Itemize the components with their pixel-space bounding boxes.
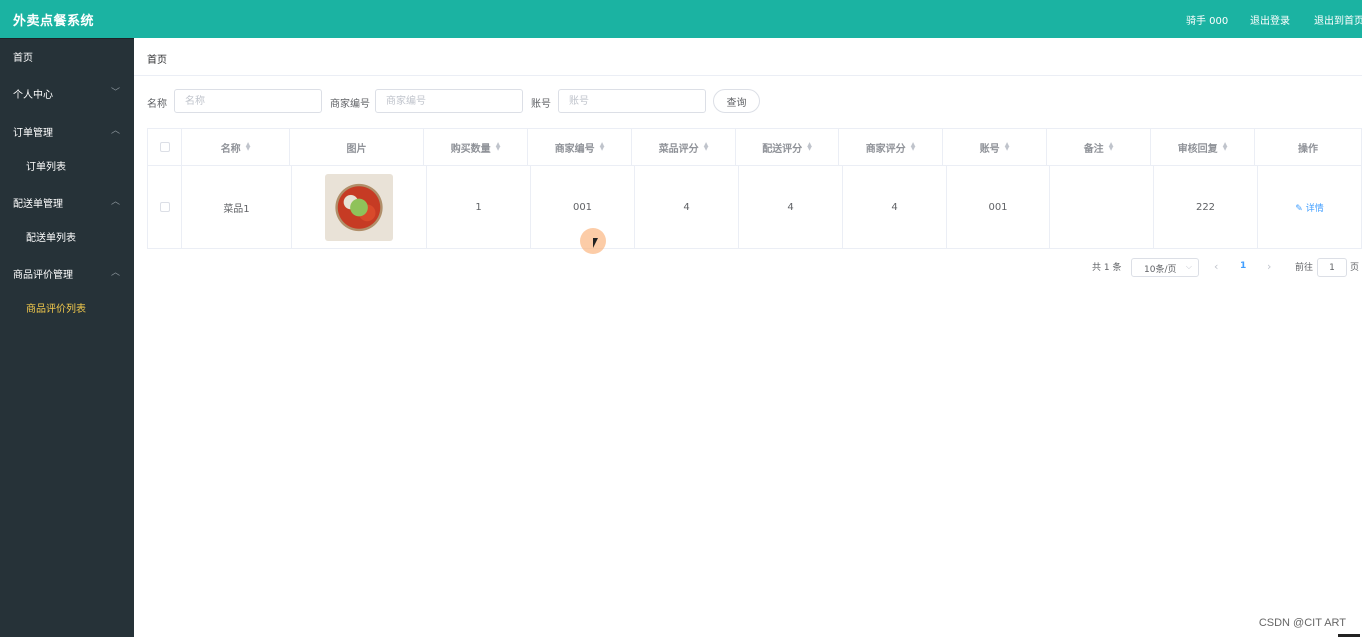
page-size-select[interactable]: 10条/页 ⌵: [1131, 258, 1199, 277]
sidebar-item-delivery-management[interactable]: 配送单管理 ︿: [0, 185, 134, 219]
sort-icon[interactable]: ▲ ▼: [600, 142, 605, 152]
header-shop-score[interactable]: 商家评分 ▲ ▼: [839, 129, 943, 166]
cell-name: 菜品1: [182, 166, 292, 248]
header-dish-score[interactable]: 菜品评分 ▲ ▼: [632, 129, 736, 166]
cell-shop-score: 4: [843, 166, 947, 248]
main-content: 首页 名称 商家编号 账号 查询 名称 ▲▼ 图片 购买数量 ▲▼ 商家编号 ▲▼ 菜…: [134, 38, 1362, 637]
mouse-cursor-icon: [593, 238, 598, 248]
page-size-value: 10条/页: [1144, 265, 1177, 275]
sidebar-menu: 首页 个人中心 ﹀ 订单管理 ︿ 订单列表 配送单管理 ︿ 配送单列表 商品评价…: [0, 38, 134, 637]
sidebar-item-delivery-list[interactable]: 配送单列表: [0, 219, 134, 253]
header-remark[interactable]: 备注 ▲ ▼: [1047, 129, 1151, 166]
header-reply[interactable]: 审核回复 ▲ ▼: [1151, 129, 1255, 166]
select-all-checkbox[interactable]: [159, 142, 170, 152]
header-label: 图片: [346, 143, 367, 155]
logout-link[interactable]: 退出登录: [1250, 12, 1290, 27]
sidebar-item-profile[interactable]: 个人中心 ﹀: [0, 76, 134, 110]
current-user: 骑手 000: [1186, 16, 1229, 27]
sidebar-item-label: 配送单列表: [26, 233, 76, 244]
cell-remark: [1050, 166, 1154, 248]
edit-icon: ✎: [1295, 203, 1303, 214]
header-account[interactable]: 账号 ▲ ▼: [943, 129, 1047, 166]
top-navbar: 外卖点餐系统 骑手 000 退出登录 退出到首页: [0, 0, 1362, 38]
sidebar-item-review-list[interactable]: 商品评价列表: [0, 290, 134, 324]
review-table: 名称 ▲ ▼ 图片 购买数量 ▲ ▼ 商家编号 ▲ ▼ 菜品评分 ▲ ▼ 配送评分 ▲ ▼ 商家评分…: [147, 128, 1362, 249]
sort-icon[interactable]: ▲ ▼: [246, 142, 251, 152]
header-select-all: [148, 129, 182, 166]
sidebar-item-order-list[interactable]: 订单列表: [0, 148, 134, 182]
header-label: 操作: [1298, 143, 1318, 155]
breadcrumb[interactable]: 首页: [147, 51, 167, 66]
chevron-down-icon: ﹀: [110, 88, 120, 98]
goto-page-input[interactable]: [1317, 258, 1347, 277]
header-label: 审核回复: [1177, 143, 1218, 155]
sort-icon[interactable]: ▲ ▼: [807, 142, 812, 152]
detail-label: 详情: [1305, 203, 1324, 214]
cell-delivery-score: 4: [739, 166, 843, 248]
next-page-button[interactable]: ›: [1267, 260, 1271, 273]
account-filter-label: 账号: [531, 99, 551, 110]
header-label: 账号: [979, 143, 1000, 155]
sidebar-item-label: 订单列表: [26, 162, 66, 173]
header-label: 名称: [220, 143, 241, 155]
cell-account: 001: [947, 166, 1050, 248]
header-actions: 操作: [1255, 129, 1361, 166]
detail-button[interactable]: ✎ 详情: [1295, 201, 1323, 214]
chevron-down-icon: ⌵: [1185, 262, 1192, 271]
sidebar-item-review-management[interactable]: 商品评价管理 ︿: [0, 256, 134, 290]
back-to-home-link[interactable]: 退出到首页: [1314, 12, 1362, 27]
header-label: 商家编号: [554, 143, 595, 155]
header-name[interactable]: 名称 ▲ ▼: [182, 129, 290, 166]
watermark: CSDN @CIT ART: [1258, 617, 1346, 629]
account-filter-input[interactable]: [558, 89, 706, 113]
cell-image: [292, 166, 427, 248]
header-quantity[interactable]: 购买数量 ▲ ▼: [424, 129, 528, 166]
dish-photo[interactable]: [325, 173, 393, 241]
pagination-total: 共 1 条: [1092, 263, 1122, 273]
page-number-current[interactable]: 1: [1240, 261, 1246, 271]
query-button[interactable]: 查询: [713, 89, 760, 113]
sort-icon[interactable]: ▲ ▼: [496, 142, 501, 152]
shop-no-filter-label: 商家编号: [330, 99, 370, 110]
header-label: 菜品评分: [658, 143, 699, 155]
sort-icon[interactable]: ▲ ▼: [911, 142, 916, 152]
prev-page-button[interactable]: ‹: [1214, 260, 1218, 273]
divider: [134, 75, 1362, 76]
header-label: 配送评分: [762, 143, 803, 155]
app-title: 外卖点餐系统: [13, 14, 95, 29]
page-unit-label: 页: [1350, 263, 1360, 273]
cell-actions: ✎ 详情: [1258, 166, 1361, 248]
sidebar-item-label: 个人中心: [13, 90, 53, 101]
sort-icon[interactable]: ▲ ▼: [1223, 142, 1228, 152]
sidebar-item-label: 商品评价列表: [26, 304, 86, 315]
shop-no-filter-input[interactable]: [375, 89, 523, 113]
sort-icon[interactable]: ▲ ▼: [1005, 142, 1010, 152]
header-shop-no[interactable]: 商家编号 ▲ ▼: [528, 129, 632, 166]
sidebar-item-home[interactable]: 首页: [0, 39, 134, 73]
sort-icon[interactable]: ▲ ▼: [1109, 142, 1114, 152]
sort-icon[interactable]: ▲ ▼: [704, 142, 709, 152]
sidebar-item-label: 订单管理: [13, 128, 53, 139]
chevron-up-icon: ︿: [110, 197, 120, 207]
header-image: 图片: [290, 129, 424, 166]
name-filter-input[interactable]: [174, 89, 322, 113]
chevron-up-icon: ︿: [110, 126, 120, 136]
cell-dish-score: 4: [635, 166, 739, 248]
sidebar-item-label: 首页: [13, 53, 33, 64]
header-delivery-score[interactable]: 配送评分 ▲ ▼: [736, 129, 839, 166]
cell-reply: 222: [1154, 166, 1258, 248]
row-checkbox[interactable]: [159, 202, 170, 212]
sidebar-item-label: 商品评价管理: [13, 270, 73, 281]
chevron-up-icon: ︿: [110, 268, 120, 278]
name-filter-label: 名称: [147, 99, 167, 110]
header-label: 备注: [1083, 143, 1104, 155]
goto-label: 前往: [1295, 263, 1314, 273]
header-label: 购买数量: [450, 143, 491, 155]
row-select-cell: [148, 166, 182, 248]
header-label: 商家评分: [865, 143, 906, 155]
sidebar-item-label: 配送单管理: [13, 199, 63, 210]
cell-quantity: 1: [427, 166, 531, 248]
sidebar-item-order-management[interactable]: 订单管理 ︿: [0, 114, 134, 148]
